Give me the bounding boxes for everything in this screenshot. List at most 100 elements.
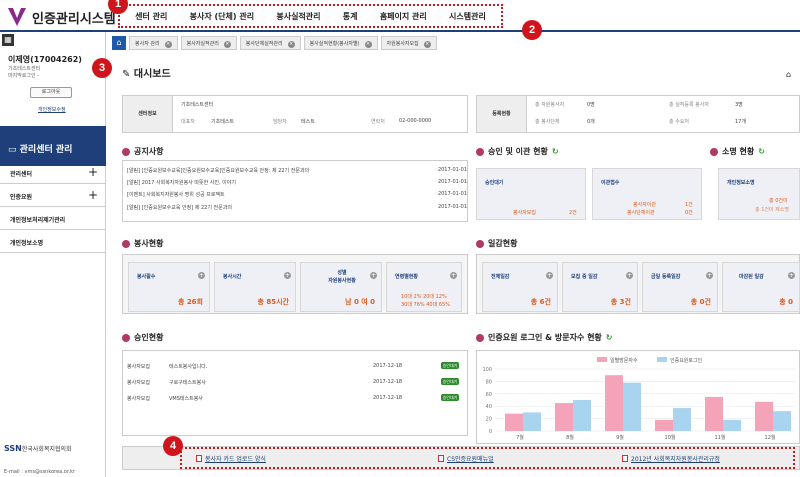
legend-swatch [597, 357, 607, 362]
approve-panel: 봉사자모집 테스트봉사입니다. 2017-12-18 승인대기 봉사자모집 구로구테스… [122, 350, 468, 436]
tab-group-record[interactable]: 봉사단체실적관리 × [239, 36, 301, 50]
approve-status-title: 승인현황 [122, 332, 163, 343]
close-icon: × [287, 41, 295, 48]
list-item[interactable]: [알림] [인증요원보수교육 안정] 제 22기 전문과의 2017-01-01 [127, 204, 467, 214]
service-count-card[interactable]: 봉사활수 + 총 26회 [128, 262, 210, 312]
job-closed-card[interactable]: 마감된 일감 + 총 0 [722, 262, 800, 312]
sidebar-item-explain[interactable]: 개인정보소명 [0, 231, 106, 253]
bar [673, 408, 691, 431]
legend-swatch [657, 357, 667, 362]
status-badge: 승인대기 [441, 362, 459, 369]
y-tick-label: 80 [486, 379, 492, 385]
home-tab-icon[interactable]: ⌂ [112, 36, 126, 50]
legend-label: 일별방문자수 [610, 357, 638, 364]
login-title: 인증요원 로그인 & 방문자수 현황 ↻ [476, 332, 613, 343]
download-link-2[interactable]: CS인증요원매뉴얼 [438, 454, 494, 463]
profile-link[interactable]: 개인정보수정 [38, 106, 66, 113]
menu-stats[interactable]: 통계 [343, 11, 358, 22]
tab-status[interactable]: 봉사실적현황(봉사자별) × [303, 36, 378, 50]
close-icon: × [223, 41, 231, 48]
list-item[interactable]: [알림] [인증요원보수교육]인증요원보수교육]인증요원보수교육 안정: 제 2… [127, 167, 467, 177]
status-badge: 승인대기 [441, 394, 459, 401]
x-tick-label: 11월 [715, 434, 726, 441]
plus-icon: + [87, 165, 98, 179]
badge-3: 3 [92, 58, 112, 78]
bar [655, 419, 673, 431]
x-tick-label: 12월 [765, 434, 776, 441]
list-item[interactable]: [알림] 2017 사회복지자원봉사 따뜻한 사진, 이야기 2017-01-01 [127, 179, 467, 189]
close-icon: × [164, 41, 172, 48]
x-tick-label: 9월 [616, 434, 624, 441]
x-tick-label: 7월 [516, 434, 524, 441]
service-title: 봉사현황 [122, 238, 163, 249]
menu-homepage[interactable]: 홈페이지 관리 [380, 11, 427, 22]
menu-system[interactable]: 시스템관리 [449, 11, 486, 22]
file-icon [622, 455, 628, 462]
bar [623, 382, 641, 431]
bar [505, 413, 523, 431]
center-info: 센터정보 기초테스트센터 대표자 기초테스트 담당자 테스트 연락처 02-00… [122, 95, 468, 133]
job-recruit-card[interactable]: 모집 중 일감 + 총 3건 [562, 262, 638, 312]
tab-recruit[interactable]: 자원봉사자모집 × [380, 36, 437, 50]
tab-record[interactable]: 봉사자실적관리 × [180, 36, 237, 50]
plus-icon: + [87, 188, 98, 202]
close-icon: × [423, 41, 431, 48]
file-icon [438, 455, 444, 462]
badge-4: 4 [163, 436, 183, 456]
bar [723, 419, 741, 431]
page-title: ✎ 대시보드 [122, 69, 171, 80]
logout-button[interactable]: 로그아웃 [30, 87, 72, 98]
logo-icon [8, 8, 26, 26]
download-link-3[interactable]: 2012년 사회복지자원봉사관리규정 [622, 454, 720, 463]
table-row[interactable]: 봉사자모집 구로구테스트봉사 2017-12-18 [127, 379, 467, 386]
home-icon[interactable]: ⌂ [786, 70, 791, 79]
legend-label: 인증요원로그인 [670, 357, 703, 364]
download-link-1[interactable]: 봉사자 카드 업로드 양식 [196, 454, 266, 463]
refresh-icon: ↻ [551, 147, 559, 156]
table-row[interactable]: 봉사자모집 VMS테스트봉사 2017-12-18 [127, 395, 467, 402]
table-row[interactable]: 봉사자모집 테스트봉사입니다. 2017-12-18 [127, 363, 467, 370]
transfer-card[interactable]: 이관접수 봉사자이관 1건 봉사단체이관 0건 [592, 168, 702, 220]
y-tick-label: 60 [486, 392, 492, 398]
bar [573, 400, 591, 431]
job-today-card[interactable]: 금일 등록일감 + 총 0건 [642, 262, 718, 312]
jobs-title: 일감현황 [476, 238, 517, 249]
approval-title: 승인 및 이관 현황 ↻ [476, 146, 559, 157]
org-logo: SSN한국사회복지협의회 [4, 444, 72, 453]
menu-center[interactable]: 센터 관리 [135, 11, 167, 22]
grid-icon[interactable]: ▦ [2, 34, 14, 46]
registration-status: 등록현황 총 자원봉사자 0명 총 실적등록 봉사자 3명 총 봉사단체 0개 … [476, 95, 800, 133]
user-name: 이제영(17004262) [8, 55, 82, 64]
sidebar-item-center[interactable]: 관리센터 + [0, 162, 106, 184]
sidebar-item-privacy[interactable]: 개인정보처리제기관리 [0, 208, 106, 230]
y-tick-label: 100 [482, 367, 492, 373]
bar [773, 411, 791, 431]
user-center: 기초테스트센터 마지막로그인 - [8, 66, 41, 79]
app-title: 인증관리시스템 [32, 12, 116, 27]
bar [605, 375, 623, 431]
list-item[interactable]: [이벤트] 사회복지자원봉사 명위 성공 프로젝트 2017-01-01 [127, 191, 467, 201]
explain-card[interactable]: 개인정보소명 총 0건이 총 1건이 제소명 [718, 168, 800, 220]
badge-2: 2 [522, 20, 542, 40]
age-card[interactable]: 연령별현황 +10대 2% 20대 12% 30대 76% 40대 65% [386, 262, 462, 312]
main-menu: 센터 관리 봉사자 (단체) 관리 봉사실적관리 통계 홈페이지 관리 시스템관… [118, 4, 503, 28]
sidebar-heading: ▭ 관리센터 관리 [0, 126, 106, 166]
job-total-card[interactable]: 전체일감 + 총 6건 [482, 262, 558, 312]
sidebar-item-agent[interactable]: 인증요원 + [0, 185, 106, 207]
close-icon: × [364, 41, 372, 48]
tab-volunteer[interactable]: 봉사자 관리 × [129, 36, 178, 50]
x-tick-label: 10월 [665, 434, 676, 441]
bar [755, 401, 773, 431]
approval-waiting-card[interactable]: 승인대기 봉사자모집 2건 [476, 168, 586, 220]
notice-title: 공지사항 [122, 146, 163, 157]
menu-record[interactable]: 봉사실적관리 [276, 11, 320, 22]
service-hours-card[interactable]: 봉사시간 + 총 85시간 [214, 262, 296, 312]
y-tick-label: 0 [489, 429, 492, 435]
explain-title: 소명 현황 ↻ [710, 146, 765, 157]
notice-panel: [알림] [인증요원보수교육]인증요원보수교육]인증요원보수교육 안정: 제 2… [122, 160, 468, 222]
menu-volunteer[interactable]: 봉사자 (단체) 관리 [190, 11, 254, 22]
status-badge: 승인대기 [441, 378, 459, 385]
x-tick-label: 8월 [566, 434, 574, 441]
sidebar: ▦ 이제영(17004262) 기초테스트센터 마지막로그인 - 로그아웃 개인정… [0, 32, 106, 477]
gender-card[interactable]: 성별 자원봉사현황 + 남 0 여 0 [300, 262, 382, 312]
